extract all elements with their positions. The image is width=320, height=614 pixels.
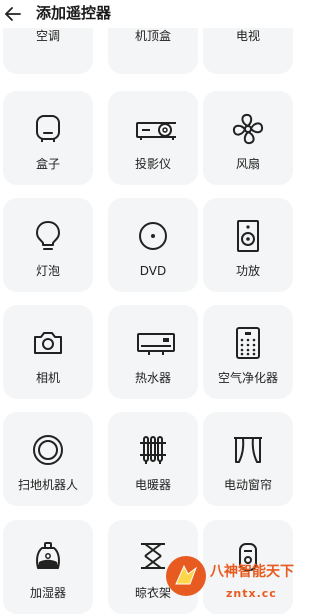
device-label: 相机 <box>35 371 60 385</box>
app-header: 添加遥控器 <box>0 0 306 28</box>
electric-heater-icon <box>140 436 166 464</box>
device-tile-fan[interactable]: 风扇 <box>203 91 293 185</box>
device-label: 盒子 <box>35 157 60 171</box>
device-tile-projector[interactable]: 投影仪 <box>108 91 198 185</box>
watermark-name: 八神智能天下 <box>210 564 294 580</box>
device-tile-tv-box[interactable]: 盒子 <box>3 91 93 185</box>
device-tile-light-bulb[interactable]: 灯泡 <box>3 198 93 292</box>
tv-box-icon <box>36 115 60 142</box>
site-watermark: 八神智能天下 zntx.cc <box>166 556 306 612</box>
device-label: 电视 <box>235 29 260 43</box>
device-label: 扫地机器人 <box>17 478 78 492</box>
page-title: 添加遥控器 <box>36 4 112 22</box>
device-type-grid: 空调 机顶盒 电视 盒子 投影仪 风扇 灯泡 DVD 功放 相机 热水器 空气净… <box>0 0 306 614</box>
device-tile-water-heater[interactable]: 热水器 <box>108 305 198 399</box>
speaker-icon <box>237 220 259 252</box>
robot-vacuum-icon <box>33 435 63 465</box>
device-label: DVD <box>139 264 167 278</box>
projector-icon <box>136 122 176 140</box>
device-label: 机顶盒 <box>134 29 171 43</box>
camera-icon <box>34 332 62 354</box>
device-label: 加湿器 <box>29 586 66 600</box>
device-tile-speaker[interactable]: 功放 <box>203 198 293 292</box>
watermark-url: zntx.cc <box>226 587 277 600</box>
device-label: 投影仪 <box>134 157 171 171</box>
air-purifier-icon <box>236 327 260 359</box>
device-tile-electric-heater[interactable]: 电暖器 <box>108 412 198 506</box>
device-label: 风扇 <box>235 157 260 171</box>
watermark-logo <box>166 556 206 596</box>
arrow-left-icon[interactable] <box>4 5 22 23</box>
device-label: 空调 <box>35 29 60 43</box>
device-label: 电暖器 <box>134 478 171 492</box>
device-tile-curtain[interactable]: 电动窗帘 <box>203 412 293 506</box>
water-heater-icon <box>137 333 175 355</box>
device-tile-air-purifier[interactable]: 空气净化器 <box>203 305 293 399</box>
device-tile-robot-vacuum[interactable]: 扫地机器人 <box>3 412 93 506</box>
device-label: 热水器 <box>134 371 171 385</box>
device-label: 空气净化器 <box>217 371 278 385</box>
curtain-icon <box>234 437 262 463</box>
dvd-icon <box>139 222 167 250</box>
humidifier-icon <box>36 542 60 569</box>
fan-icon <box>232 113 264 145</box>
light-bulb-icon <box>36 221 60 250</box>
device-tile-dvd[interactable]: DVD <box>108 198 198 292</box>
device-label: 电动窗帘 <box>223 478 272 492</box>
device-tile-humidifier[interactable]: 加湿器 <box>3 520 93 614</box>
device-label: 功放 <box>235 264 260 278</box>
device-label: 灯泡 <box>35 264 60 278</box>
device-tile-camera[interactable]: 相机 <box>3 305 93 399</box>
